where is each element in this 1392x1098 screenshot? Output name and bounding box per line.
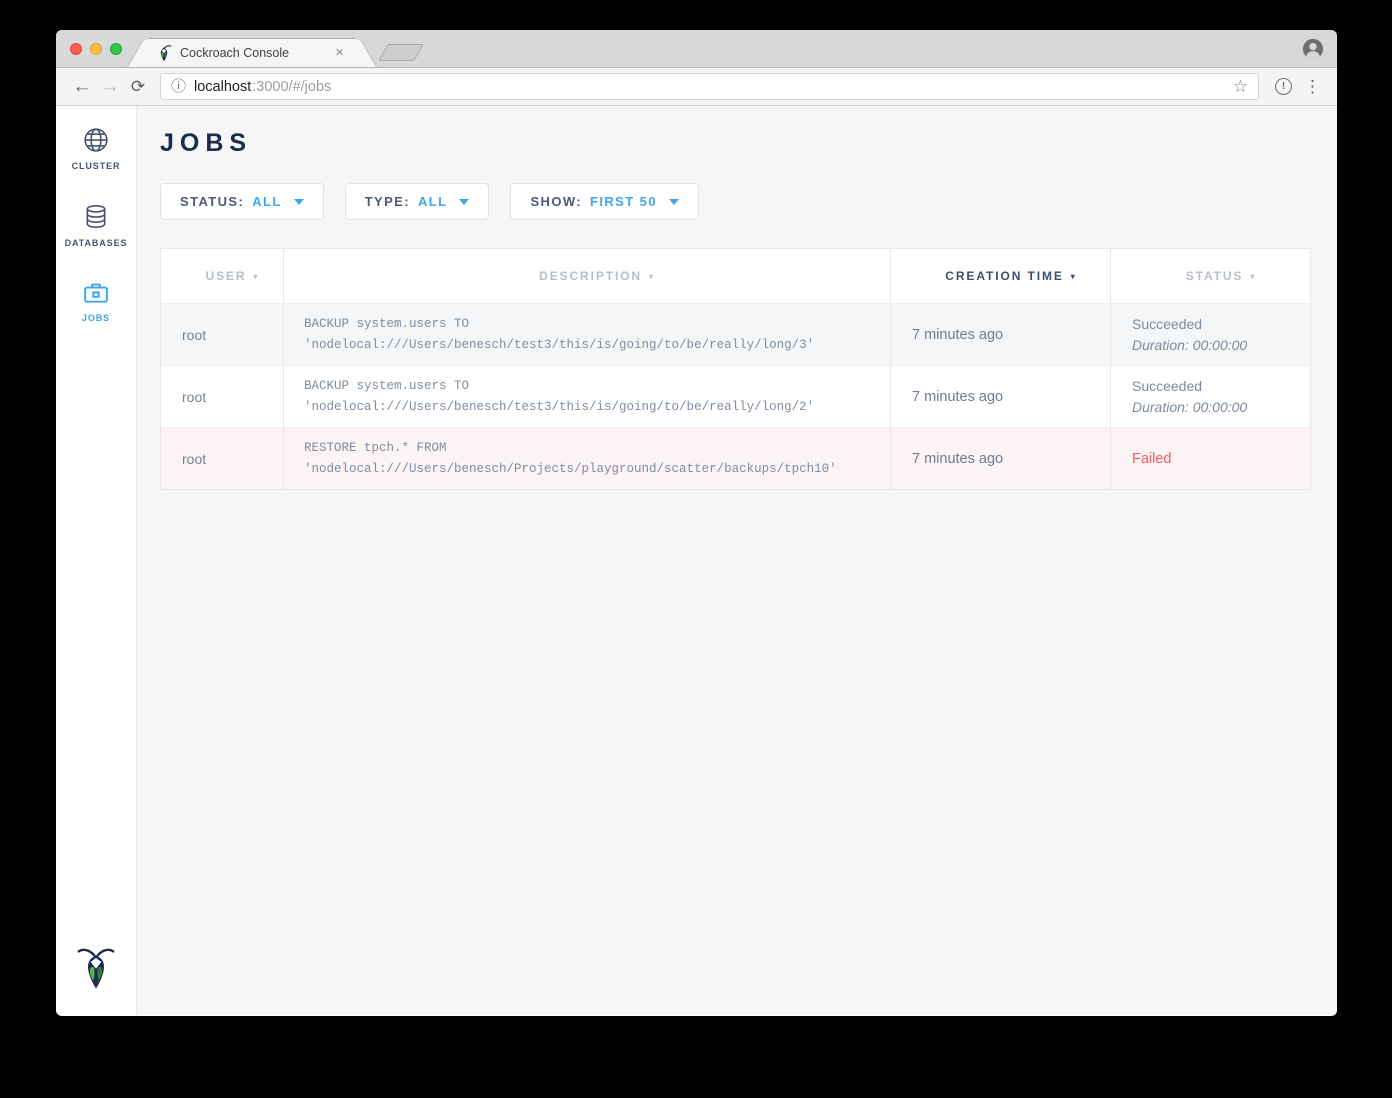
status-duration: Duration: 00:00:00 — [1132, 335, 1310, 356]
table-header: USER ▾ DESCRIPTION ▾ CREATION TIME ▾ STA… — [161, 249, 1310, 303]
sidebar-item-cluster[interactable]: CLUSTER — [72, 127, 121, 171]
cell-description: BACKUP system.users TO 'nodelocal:///Use… — [284, 304, 891, 365]
reload-icon[interactable]: ⟳ — [124, 77, 152, 97]
filter-label: SHOW: — [530, 194, 582, 209]
url-path: :3000/#/jobs — [252, 79, 331, 95]
filter-label: STATUS: — [180, 194, 244, 209]
cell-user: root — [161, 428, 284, 489]
cockroach-logo-icon — [76, 946, 116, 995]
cell-user: root — [161, 366, 284, 427]
browser-toolbar: ← → ⟳ ⓘ localhost :3000/#/jobs ☆ ! ⋮ — [56, 68, 1337, 106]
chevron-down-icon — [459, 199, 469, 205]
status-text: Succeeded — [1132, 314, 1310, 335]
sort-arrow-icon: ▾ — [254, 272, 260, 281]
cell-user: root — [161, 304, 284, 365]
tab-strip: Cockroach Console × — [56, 30, 1337, 68]
page-title: JOBS — [160, 129, 1337, 158]
browser-tab[interactable]: Cockroach Console × — [152, 38, 352, 67]
extension-icon[interactable]: ! — [1275, 78, 1292, 95]
profile-avatar-icon[interactable] — [1302, 38, 1324, 65]
sort-arrow-icon: ▾ — [649, 272, 655, 281]
table-row: root BACKUP system.users TO 'nodelocal:/… — [161, 365, 1310, 427]
sidebar-item-label: DATABASES — [65, 238, 128, 248]
show-filter-dropdown[interactable]: SHOW: FIRST 50 — [510, 183, 698, 220]
cell-status: Succeeded Duration: 00:00:00 — [1111, 304, 1310, 365]
chevron-down-icon — [294, 199, 304, 205]
filter-value: FIRST 50 — [590, 194, 657, 209]
sidebar-item-label: JOBS — [82, 313, 110, 323]
globe-icon — [83, 127, 109, 153]
table-row: root RESTORE tpch.* FROM 'nodelocal:///U… — [161, 427, 1310, 489]
sidebar-item-databases[interactable]: DATABASES — [65, 204, 128, 248]
jobs-table: USER ▾ DESCRIPTION ▾ CREATION TIME ▾ STA… — [160, 248, 1311, 490]
window-controls — [70, 43, 122, 55]
column-header-description[interactable]: DESCRIPTION ▾ — [284, 249, 891, 303]
cell-creation-time: 7 minutes ago — [891, 366, 1111, 427]
cell-creation-time: 7 minutes ago — [891, 304, 1111, 365]
back-icon[interactable]: ← — [68, 76, 96, 98]
status-text: Failed — [1132, 451, 1310, 467]
database-icon — [83, 204, 109, 230]
cell-description: RESTORE tpch.* FROM 'nodelocal:///Users/… — [284, 428, 891, 489]
tab-title: Cockroach Console — [180, 46, 323, 60]
forward-icon[interactable]: → — [96, 76, 124, 98]
sidebar: CLUSTER DATABASES JOBS — [56, 106, 137, 1015]
cockroach-favicon-icon — [156, 44, 172, 62]
address-bar[interactable]: ⓘ localhost :3000/#/jobs ☆ — [160, 73, 1259, 100]
tab-top-border — [148, 38, 356, 40]
sort-arrow-icon: ▾ — [1071, 272, 1077, 281]
column-header-creation-time[interactable]: CREATION TIME ▾ — [891, 249, 1111, 303]
bookmark-star-icon[interactable]: ☆ — [1233, 77, 1248, 97]
sort-arrow-icon: ▾ — [1250, 272, 1256, 281]
cell-description: BACKUP system.users TO 'nodelocal:///Use… — [284, 366, 891, 427]
browser-window: Cockroach Console × ← → ⟳ ⓘ localhost :3… — [56, 30, 1337, 1016]
sidebar-item-jobs[interactable]: JOBS — [82, 281, 110, 323]
zoom-window-button[interactable] — [110, 43, 122, 55]
filter-value: ALL — [252, 194, 281, 209]
cell-creation-time: 7 minutes ago — [891, 428, 1111, 489]
browser-menu-icon[interactable]: ⋮ — [1300, 77, 1325, 97]
main-content: JOBS STATUS: ALL TYPE: ALL SHOW: FIRST 5… — [137, 106, 1337, 1015]
column-header-status[interactable]: STATUS ▾ — [1111, 249, 1310, 303]
type-filter-dropdown[interactable]: TYPE: ALL — [345, 183, 490, 220]
briefcase-icon — [83, 281, 109, 305]
app-content: CLUSTER DATABASES JOBS — [56, 106, 1337, 1015]
status-filter-dropdown[interactable]: STATUS: ALL — [160, 183, 324, 220]
table-row: root BACKUP system.users TO 'nodelocal:/… — [161, 303, 1310, 365]
cell-status: Failed — [1111, 428, 1310, 489]
filter-value: ALL — [418, 194, 447, 209]
close-window-button[interactable] — [70, 43, 82, 55]
chevron-down-icon — [669, 199, 679, 205]
sidebar-item-label: CLUSTER — [72, 161, 121, 171]
filter-bar: STATUS: ALL TYPE: ALL SHOW: FIRST 50 — [160, 183, 1337, 220]
minimize-window-button[interactable] — [90, 43, 102, 55]
status-text: Succeeded — [1132, 376, 1310, 397]
status-duration: Duration: 00:00:00 — [1132, 397, 1310, 418]
new-tab-button[interactable] — [378, 44, 424, 61]
url-host: localhost — [194, 79, 251, 95]
cell-status: Succeeded Duration: 00:00:00 — [1111, 366, 1310, 427]
close-tab-icon[interactable]: × — [331, 44, 348, 61]
column-header-user[interactable]: USER ▾ — [161, 249, 284, 303]
filter-label: TYPE: — [365, 194, 410, 209]
site-info-icon[interactable]: ⓘ — [171, 79, 186, 94]
